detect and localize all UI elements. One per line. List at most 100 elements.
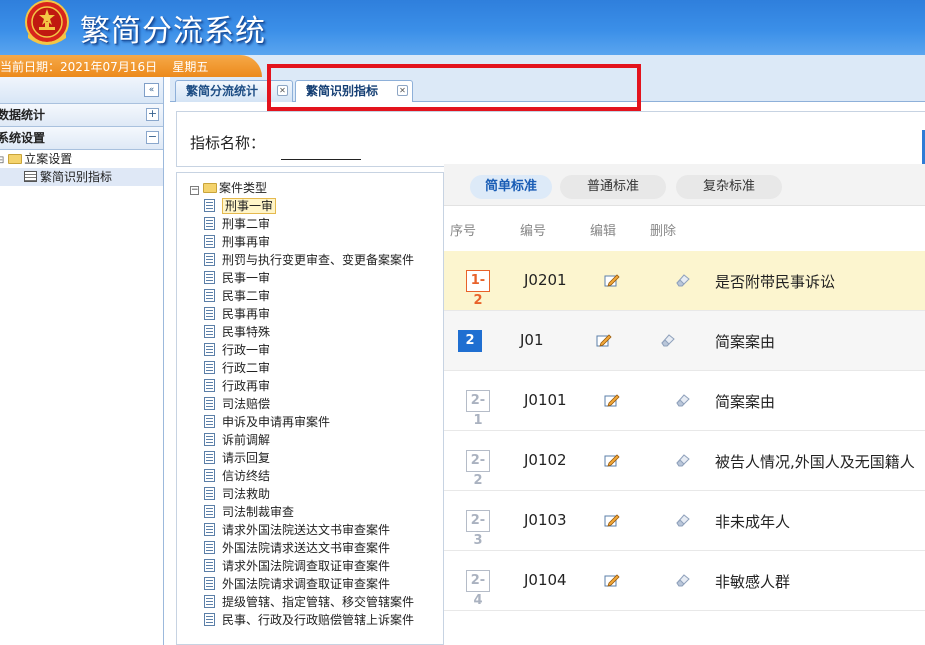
current-date: 当前日期：2021年07月16日 [0,60,158,74]
tab-normal-standard[interactable]: 普通标准 [560,175,666,199]
document-icon [204,235,215,248]
collapse-icon[interactable]: − [146,131,159,144]
sidebar-item-recognition-index[interactable]: 繁简识别指标 [0,168,163,186]
edit-icon[interactable] [596,333,612,347]
case-type-item[interactable]: 请求外国法院送达文书审查案件 [204,521,414,539]
table-row[interactable]: 2-3 J0103 非未成年人 [444,491,925,551]
case-type-item[interactable]: 民事二审 [204,287,414,305]
delete-icon[interactable] [659,333,675,347]
list-icon [24,171,37,182]
case-type-item[interactable]: 民事再审 [204,305,414,323]
double-chevron-left-icon[interactable]: « [144,83,159,97]
tab-simple-standard[interactable]: 简单标准 [470,175,552,199]
folder-icon [203,183,217,193]
case-type-item[interactable]: 行政再审 [204,377,414,395]
document-icon [204,271,215,284]
tab-recognition-index[interactable]: 繁简识别指标 ✕ [295,80,413,103]
case-type-label: 行政二审 [222,361,271,375]
seq-badge: 2 [458,330,482,352]
document-icon [204,595,215,608]
case-type-item[interactable]: 民事特殊 [204,323,414,341]
case-type-item[interactable]: 申诉及申请再审案件 [204,413,414,431]
sidebar-section-data-stats[interactable]: 数据统计 + [0,104,163,127]
case-type-label: 民事一审 [222,271,271,285]
document-icon [204,199,215,212]
case-type-label: 司法赔偿 [222,397,271,411]
sidebar-section-system-settings[interactable]: 系统设置 − [0,127,163,150]
case-type-item[interactable]: 诉前调解 [204,431,414,449]
table-row[interactable]: 2-1 J0101 简案案由 [444,371,925,431]
case-type-label: 行政一审 [222,343,271,357]
table-row[interactable]: 2-2 J0102 被告人情况,外国人及无国籍人 [444,431,925,491]
expand-icon[interactable]: + [146,108,159,121]
edit-icon[interactable] [604,573,620,587]
document-icon [204,343,215,356]
index-code: J0101 [524,391,567,409]
tab-stats[interactable]: 繁简分流统计 ✕ [175,80,293,102]
index-code: J0201 [524,271,567,289]
document-icon [204,613,215,626]
collapse-tree-icon[interactable]: − [190,186,199,195]
sidebar-item-label: 繁简识别指标 [40,170,113,184]
table-row[interactable]: 1-2 J0201 是否附带民事诉讼 [444,251,925,311]
case-type-label: 刑事二审 [222,217,271,231]
sidebar-section-label: 数据统计 [0,108,46,122]
document-icon [204,397,215,410]
case-type-label: 民事特殊 [222,325,271,339]
case-type-item[interactable]: 请示回复 [204,449,414,467]
case-type-item[interactable]: 司法救助 [204,485,414,503]
edit-icon[interactable] [604,513,620,527]
document-icon [204,307,215,320]
tree-expander-icon[interactable]: ⊟ [0,155,4,166]
app-title: 繁简分流系统 [80,14,266,49]
tab-label: 繁简分流统计 [186,84,259,98]
case-type-label: 外国法院请求送达文书审查案件 [222,541,391,555]
table-row[interactable]: 2 J01 简案案由 [444,311,925,371]
edit-icon[interactable] [604,273,620,287]
case-type-item[interactable]: 民事、行政及行政赔偿管辖上诉案件 [204,611,414,629]
index-description: 是否附带民事诉讼 [715,273,836,291]
case-type-item[interactable]: 行政二审 [204,359,414,377]
case-type-item[interactable]: 司法赔偿 [204,395,414,413]
table-row[interactable]: 2-4 J0104 非敏感人群 [444,551,925,611]
delete-icon[interactable] [674,573,690,587]
case-type-label: 请示回复 [222,451,271,465]
index-code: J01 [520,331,544,349]
case-type-item[interactable]: 刑事再审 [204,233,414,251]
edit-icon[interactable] [604,393,620,407]
index-code: J0104 [524,571,567,589]
close-icon[interactable]: ✕ [277,85,288,96]
case-type-item[interactable]: 刑事一审 [204,197,414,215]
case-type-item[interactable]: 行政一审 [204,341,414,359]
case-type-label: 申诉及申请再审案件 [222,415,331,429]
case-type-item[interactable]: 刑罚与执行变更审查、变更备案案件 [204,251,414,269]
date-bar: 当前日期：2021年07月16日 星期五 [0,55,925,77]
case-type-label: 民事、行政及行政赔偿管辖上诉案件 [222,613,415,627]
sidebar-tree-folder[interactable]: ⊟ 立案设置 [0,150,163,168]
index-code: J0103 [524,511,567,529]
case-type-item[interactable]: 提级管辖、指定管辖、移交管辖案件 [204,593,414,611]
index-name-input[interactable] [281,140,361,160]
delete-icon[interactable] [674,273,690,287]
case-type-label: 外国法院请求调查取证审查案件 [222,577,391,591]
case-type-label: 提级管辖、指定管辖、移交管辖案件 [222,595,415,609]
case-type-item[interactable]: 信访终结 [204,467,414,485]
document-icon [204,361,215,374]
tree-root[interactable]: − 案件类型 [190,180,414,197]
document-icon [204,541,215,554]
case-type-item[interactable]: 民事一审 [204,269,414,287]
case-type-item[interactable]: 请求外国法院调查取证审查案件 [204,557,414,575]
case-type-item[interactable]: 刑事二审 [204,215,414,233]
case-type-item[interactable]: 司法制裁审查 [204,503,414,521]
left-sidebar: « 数据统计 + 系统设置 − ⊟ 立案设置 繁简识别指标 [0,77,164,645]
case-type-item[interactable]: 外国法院请求送达文书审查案件 [204,539,414,557]
case-type-label: 请求外国法院调查取证审查案件 [222,559,391,573]
delete-icon[interactable] [674,393,690,407]
tab-label: 繁简识别指标 [306,84,379,98]
tab-complex-standard[interactable]: 复杂标准 [676,175,782,199]
close-icon[interactable]: ✕ [397,85,408,96]
delete-icon[interactable] [674,453,690,467]
delete-icon[interactable] [674,513,690,527]
edit-icon[interactable] [604,453,620,467]
case-type-item[interactable]: 外国法院请求调查取证审查案件 [204,575,414,593]
